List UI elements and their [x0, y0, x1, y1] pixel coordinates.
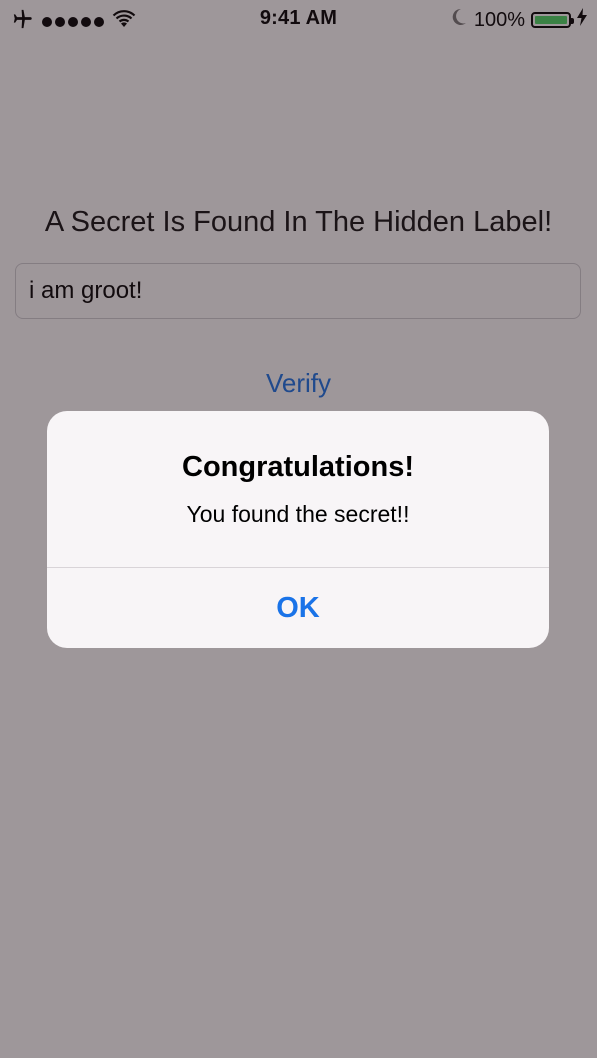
alert-dialog: Congratulations! You found the secret!! …: [47, 411, 549, 648]
alert-message: You found the secret!!: [186, 501, 410, 527]
alert-title: Congratulations!: [182, 451, 414, 483]
alert-ok-button[interactable]: OK: [47, 568, 549, 648]
